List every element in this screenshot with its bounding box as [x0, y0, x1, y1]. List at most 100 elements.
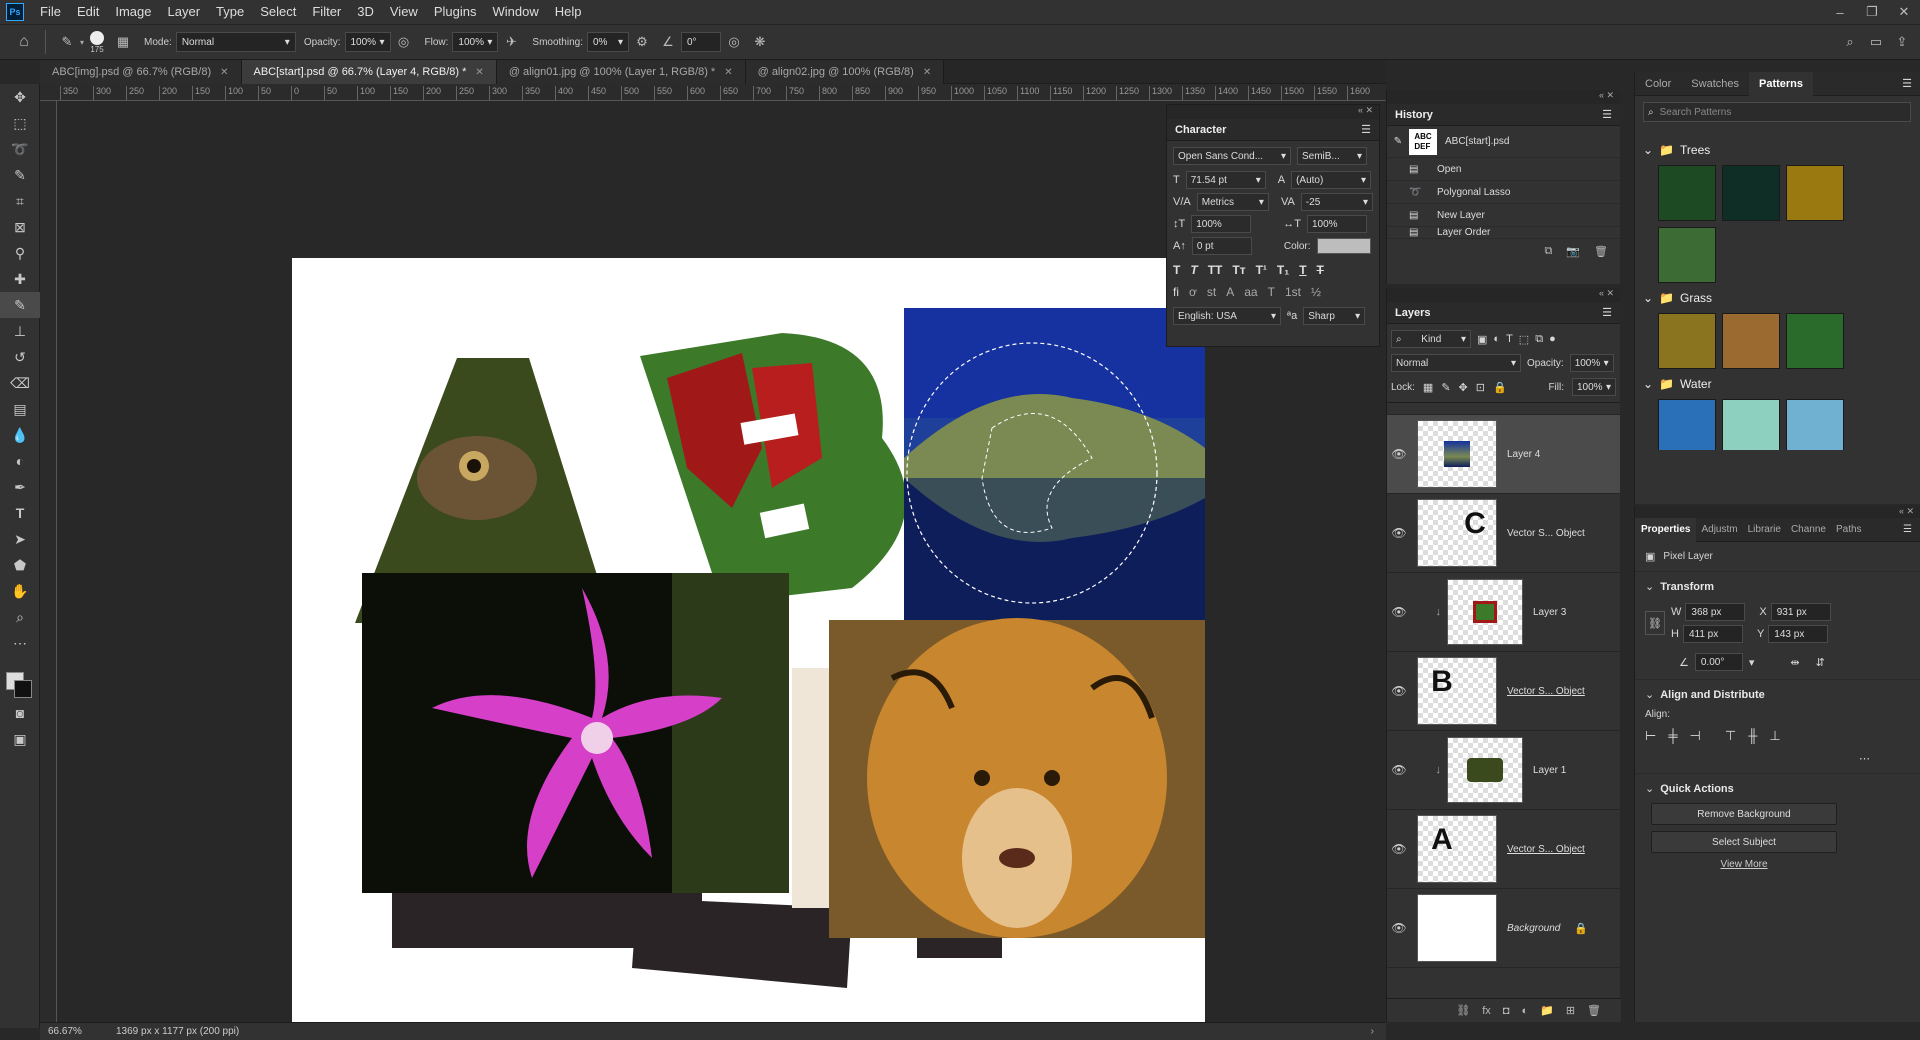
- lock-position-icon[interactable]: ✥: [1459, 381, 1468, 394]
- layer-row-layer-3[interactable]: 👁 ↓ Layer 3: [1387, 573, 1620, 652]
- new-group-icon[interactable]: 📁: [1540, 1004, 1554, 1017]
- discretionary-ligature-icon[interactable]: ơ: [1189, 285, 1197, 299]
- align-right-icon[interactable]: ⊣: [1690, 728, 1701, 744]
- lock-pixels-icon[interactable]: ✎: [1441, 381, 1450, 394]
- tab-adjustments[interactable]: Adjustm: [1696, 524, 1742, 535]
- layer-name[interactable]: Layer 4: [1507, 449, 1540, 460]
- color-swatches[interactable]: [0, 656, 39, 700]
- panel-menu-icon[interactable]: ☰: [1602, 108, 1612, 121]
- path-select-tool-icon[interactable]: ➤: [0, 526, 40, 552]
- history-snapshot[interactable]: ✎ ABC DEF ABC[start].psd: [1387, 126, 1620, 158]
- gear-icon[interactable]: ⚙: [632, 32, 652, 52]
- visibility-eye-icon[interactable]: 👁: [1387, 526, 1411, 540]
- angle-input[interactable]: 0°: [681, 32, 721, 52]
- menu-image[interactable]: Image: [107, 0, 159, 24]
- background-color[interactable]: [14, 680, 32, 698]
- faux-italic-icon[interactable]: T: [1190, 263, 1197, 277]
- adjustment-layer-icon[interactable]: ◐: [1521, 1005, 1528, 1017]
- align-left-icon[interactable]: ⊢: [1645, 728, 1656, 744]
- visibility-eye-icon[interactable]: 👁: [1387, 921, 1411, 935]
- more-tools-icon[interactable]: ⋯: [0, 630, 40, 656]
- layer-name[interactable]: Layer 1: [1533, 765, 1566, 776]
- layer-name[interactable]: Vector S... Object: [1507, 528, 1585, 539]
- lock-artboard-icon[interactable]: ⊡: [1476, 381, 1485, 394]
- select-subject-button[interactable]: Select Subject: [1651, 831, 1837, 853]
- trash-icon[interactable]: 🗑: [1587, 1004, 1601, 1017]
- remove-background-button[interactable]: Remove Background: [1651, 803, 1837, 825]
- flip-horizontal-icon[interactable]: ⇹: [1790, 656, 1799, 669]
- pen-tool-icon[interactable]: ✒: [0, 474, 40, 500]
- leading-input[interactable]: (Auto) ▾: [1291, 171, 1372, 189]
- more-options-icon[interactable]: ⋯: [1645, 752, 1870, 765]
- filter-shape-icon[interactable]: ⬚: [1519, 333, 1529, 346]
- pressure-opacity-icon[interactable]: ◎: [394, 32, 414, 52]
- antialias-select[interactable]: Sharp ▾: [1303, 307, 1366, 325]
- menu-file[interactable]: File: [32, 0, 69, 24]
- underline-icon[interactable]: T: [1299, 263, 1306, 277]
- menu-type[interactable]: Type: [208, 0, 252, 24]
- tab-patterns[interactable]: Patterns: [1749, 71, 1814, 96]
- gradient-tool-icon[interactable]: ▤: [0, 396, 40, 422]
- flow-input[interactable]: 100% ▾: [452, 32, 499, 52]
- close-icon[interactable]: ✕: [724, 67, 732, 78]
- stamp-tool-icon[interactable]: ⊥: [0, 318, 40, 344]
- workspace-icon[interactable]: ▭: [1866, 32, 1886, 52]
- blend-mode-select[interactable]: Normal ▾: [1391, 354, 1521, 372]
- zoom-level[interactable]: 66.67%: [40, 1026, 100, 1037]
- rotation-input[interactable]: 0.00°: [1694, 653, 1743, 671]
- history-brush-icon[interactable]: ✎: [1387, 136, 1409, 147]
- filter-toggle-icon[interactable]: ●: [1549, 333, 1556, 345]
- faux-bold-icon[interactable]: T: [1173, 263, 1180, 277]
- lasso-tool-icon[interactable]: ➰: [0, 136, 40, 162]
- hand-tool-icon[interactable]: ✋: [0, 578, 40, 604]
- restore-icon[interactable]: ❐: [1856, 0, 1888, 24]
- visibility-eye-icon[interactable]: 👁: [1387, 684, 1411, 698]
- history-item[interactable]: ▤ Open: [1387, 158, 1620, 181]
- history-item[interactable]: ➰ Polygonal Lasso: [1387, 181, 1620, 204]
- move-tool-icon[interactable]: ✥: [0, 84, 40, 110]
- fx-icon[interactable]: fx: [1482, 1005, 1491, 1017]
- trash-icon[interactable]: 🗑: [1594, 245, 1608, 258]
- panel-menu-icon[interactable]: ☰: [1903, 524, 1912, 535]
- tab-properties[interactable]: Properties: [1635, 517, 1697, 542]
- panel-collapse-bar[interactable]: « ✕: [1635, 506, 1920, 518]
- brush-size-picker[interactable]: 175: [90, 30, 105, 54]
- stylistic-icon[interactable]: A: [1226, 285, 1234, 299]
- language-select[interactable]: English: USA ▾: [1173, 307, 1281, 325]
- chevron-down-icon[interactable]: ⌄: [1645, 580, 1654, 593]
- panel-collapse-bar[interactable]: « ✕: [1387, 90, 1620, 104]
- shape-tool-icon[interactable]: ⬟: [0, 552, 40, 578]
- visibility-eye-icon[interactable]: 👁: [1387, 447, 1411, 461]
- filter-pixel-icon[interactable]: ▣: [1477, 333, 1487, 346]
- text-color-swatch[interactable]: [1316, 238, 1371, 254]
- pattern-swatch[interactable]: [1722, 313, 1780, 369]
- pattern-swatch[interactable]: [1658, 313, 1716, 369]
- new-document-from-state-icon[interactable]: ⧉: [1544, 245, 1552, 258]
- camera-icon[interactable]: 📷: [1566, 245, 1580, 258]
- menu-view[interactable]: View: [382, 0, 426, 24]
- opacity-input[interactable]: 100% ▾: [344, 32, 391, 52]
- baseline-shift-input[interactable]: 0 pt: [1191, 237, 1252, 255]
- character-title[interactable]: Character: [1175, 124, 1226, 136]
- tab-abc-img[interactable]: ABC[img].psd @ 66.7% (RGB/8) ✕: [40, 60, 242, 84]
- pattern-swatch[interactable]: [1658, 227, 1716, 283]
- tab-paths[interactable]: Paths: [1831, 524, 1867, 535]
- history-item[interactable]: ▤ Layer Order: [1387, 227, 1620, 239]
- layer-row-vector-a[interactable]: 👁 A Vector S... Object: [1387, 810, 1620, 889]
- lock-all-icon[interactable]: 🔒: [1493, 381, 1507, 394]
- pattern-swatch[interactable]: [1658, 399, 1716, 450]
- airbrush-icon[interactable]: ✈: [501, 32, 521, 52]
- pattern-group-water[interactable]: ⌄ 📁 Water: [1635, 372, 1920, 396]
- view-more-link[interactable]: View More: [1645, 859, 1843, 870]
- screen-mode-icon[interactable]: ▣: [0, 726, 40, 752]
- filter-adjustment-icon[interactable]: ◐: [1493, 333, 1500, 345]
- crop-tool-icon[interactable]: ⌗: [0, 188, 40, 214]
- close-icon[interactable]: ✕: [475, 67, 483, 78]
- search-icon[interactable]: ⌕: [1840, 32, 1860, 52]
- fraction-icon[interactable]: ½: [1311, 285, 1321, 299]
- close-icon[interactable]: ✕: [923, 67, 931, 78]
- layer-row-vector-b[interactable]: 👁 B Vector S... Object: [1387, 652, 1620, 731]
- healing-tool-icon[interactable]: ✚: [0, 266, 40, 292]
- link-layers-icon[interactable]: ⛓: [1456, 1004, 1470, 1017]
- subscript-icon[interactable]: T₁: [1277, 263, 1289, 277]
